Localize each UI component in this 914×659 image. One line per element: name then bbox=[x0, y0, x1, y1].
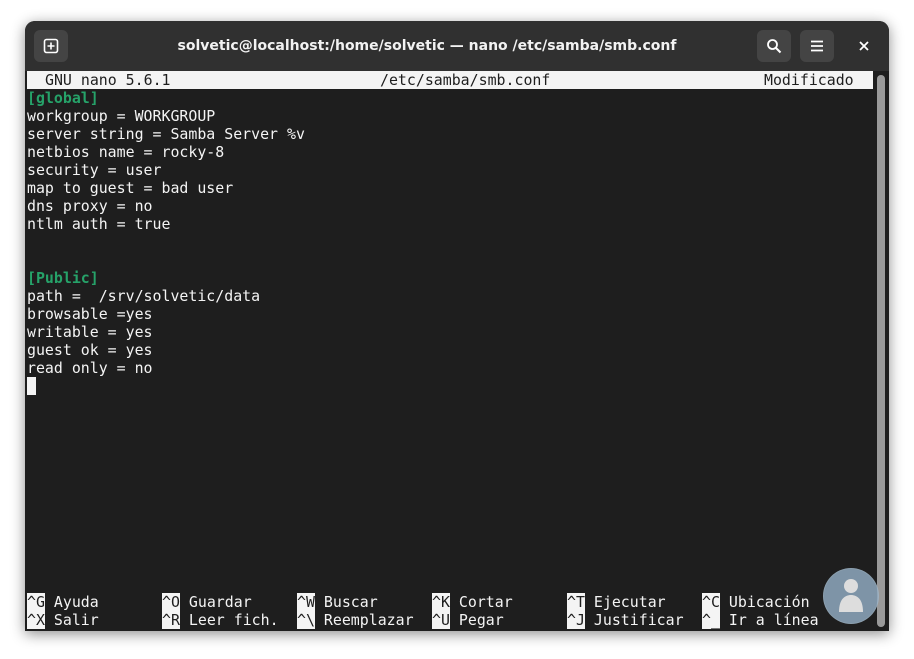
shortcut-label: Reemplazar bbox=[323, 611, 414, 629]
shortcut-key: ^T bbox=[567, 593, 585, 611]
file-line: map to guest = bad user bbox=[27, 179, 234, 197]
shortcut-search[interactable]: ^W Buscar bbox=[297, 593, 378, 611]
menu-button[interactable] bbox=[800, 30, 834, 62]
scrollbar[interactable] bbox=[877, 75, 885, 627]
file-line: server string = Samba Server %v bbox=[27, 125, 305, 143]
file-line: browsable =yes bbox=[27, 305, 153, 323]
file-line: writable = yes bbox=[27, 323, 153, 341]
shortcut-label: Guardar bbox=[188, 593, 252, 611]
shortcut-key: ^J bbox=[567, 611, 585, 629]
hamburger-menu-icon bbox=[811, 40, 823, 52]
shortcut-cut[interactable]: ^K Cortar bbox=[432, 593, 513, 611]
shortcut-justify[interactable]: ^J Justificar bbox=[567, 611, 684, 629]
file-line-section: [global] bbox=[27, 89, 99, 107]
shortcut-replace[interactable]: ^\ Reemplazar bbox=[297, 611, 414, 629]
shortcut-label: Justificar bbox=[593, 611, 684, 629]
shortcut-go-to-line[interactable]: ^_ Ir a línea bbox=[702, 611, 819, 629]
shortcut-key: ^W bbox=[297, 593, 315, 611]
file-line: netbios name = rocky-8 bbox=[27, 143, 225, 161]
shortcut-paste[interactable]: ^U Pegar bbox=[432, 611, 504, 629]
watermark-logo bbox=[823, 568, 879, 624]
scrollbar-thumb[interactable] bbox=[877, 75, 885, 627]
shortcut-key: ^K bbox=[432, 593, 450, 611]
shortcut-key: ^R bbox=[162, 611, 180, 629]
shortcut-key: ^O bbox=[162, 593, 180, 611]
nano-header-bar: GNU nano 5.6.1 /etc/samba/smb.conf Modif… bbox=[27, 71, 873, 89]
file-line: path = /srv/solvetic/data bbox=[27, 287, 261, 305]
shortcut-save[interactable]: ^O Guardar bbox=[162, 593, 252, 611]
shortcut-key: ^C bbox=[702, 593, 720, 611]
shortcut-label: Ubicación bbox=[728, 593, 810, 611]
nano-modified-status: Modificado bbox=[764, 71, 854, 89]
shortcut-label: Cortar bbox=[458, 593, 513, 611]
shortcut-label: Pegar bbox=[458, 611, 504, 629]
file-line: ntlm auth = true bbox=[27, 215, 171, 233]
window-title: solvetic@localhost:/home/solvetic — nano… bbox=[177, 38, 677, 54]
shortcut-key: ^U bbox=[432, 611, 450, 629]
shortcut-execute[interactable]: ^T Ejecutar bbox=[567, 593, 666, 611]
shortcut-label: Leer fich. bbox=[188, 611, 279, 629]
nano-version: GNU nano 5.6.1 bbox=[45, 71, 171, 89]
file-line: read only = no bbox=[27, 359, 153, 377]
nano-filename: /etc/samba/smb.conf bbox=[380, 71, 551, 89]
search-button[interactable] bbox=[757, 30, 791, 62]
shortcut-label: Salir bbox=[53, 611, 99, 629]
new-tab-icon bbox=[43, 38, 59, 54]
search-icon bbox=[767, 39, 782, 54]
shortcut-location[interactable]: ^C Ubicación bbox=[702, 593, 810, 611]
shortcut-key: ^\ bbox=[297, 611, 315, 629]
file-line: workgroup = WORKGROUP bbox=[27, 107, 216, 125]
title-bar[interactable]: solvetic@localhost:/home/solvetic — nano… bbox=[25, 21, 889, 71]
file-line-section: [Public] bbox=[27, 269, 99, 287]
shortcut-label: Buscar bbox=[323, 593, 378, 611]
shortcut-read-file[interactable]: ^R Leer fich. bbox=[162, 611, 279, 629]
shortcut-label: Ejecutar bbox=[593, 593, 666, 611]
shortcut-help[interactable]: ^G Ayuda bbox=[27, 593, 99, 611]
shortcut-key: ^G bbox=[27, 593, 45, 611]
shortcut-label: Ayuda bbox=[53, 593, 99, 611]
shortcut-key: ^_ bbox=[702, 611, 720, 629]
file-line: security = user bbox=[27, 161, 162, 179]
shortcut-label: Ir a línea bbox=[728, 611, 819, 629]
new-tab-button[interactable] bbox=[34, 30, 68, 62]
shortcut-exit[interactable]: ^X Salir bbox=[27, 611, 99, 629]
close-icon bbox=[859, 41, 869, 51]
person-silhouette-icon bbox=[824, 569, 878, 623]
shortcut-key: ^X bbox=[27, 611, 45, 629]
file-line: dns proxy = no bbox=[27, 197, 153, 215]
terminal-window: solvetic@localhost:/home/solvetic — nano… bbox=[25, 21, 889, 631]
close-button[interactable] bbox=[847, 30, 881, 62]
terminal-area[interactable]: GNU nano 5.6.1 /etc/samba/smb.conf Modif… bbox=[27, 71, 875, 631]
file-line: guest ok = yes bbox=[27, 341, 153, 359]
text-cursor bbox=[27, 377, 36, 395]
